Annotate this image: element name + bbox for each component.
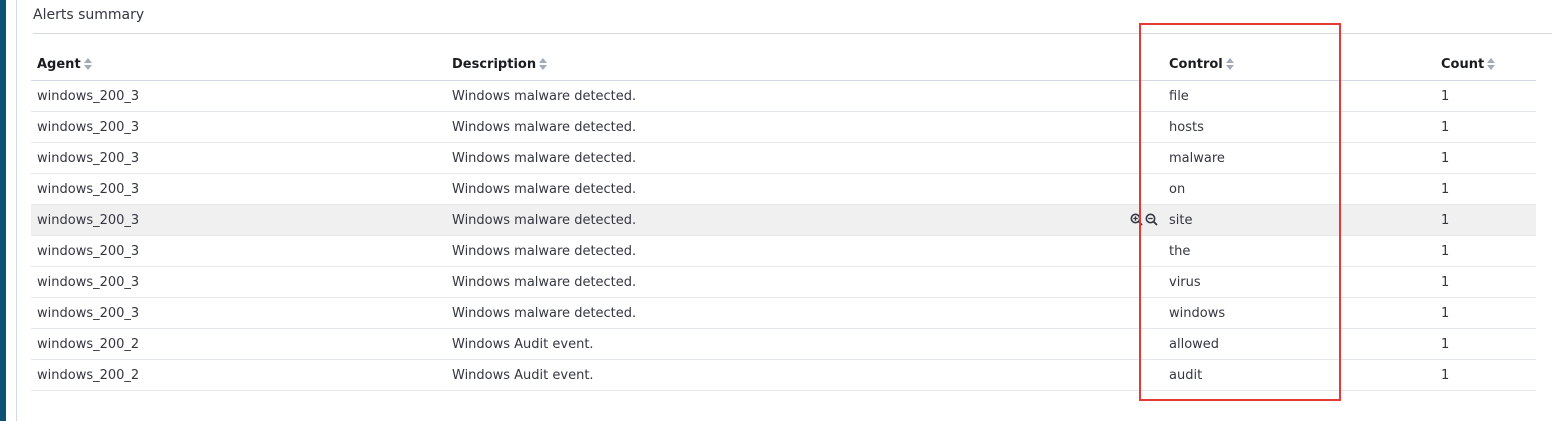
cell-description: Windows malware detected. xyxy=(446,204,1163,236)
cell-agent: windows_200_3 xyxy=(31,266,446,298)
table-row[interactable]: windows_200_3 Windows malware detected. … xyxy=(31,235,1536,267)
table-row-hovered[interactable]: windows_200_3 Windows malware detected. … xyxy=(31,204,1536,236)
cell-filter-actions xyxy=(1130,213,1158,226)
table-row[interactable]: windows_200_3 Windows malware detected. … xyxy=(31,173,1536,205)
cell-description: Windows malware detected. xyxy=(446,142,1163,174)
table-row[interactable]: windows_200_3 Windows malware detected. … xyxy=(31,266,1536,298)
cell-control: the xyxy=(1163,235,1435,267)
cell-description: Windows malware detected. xyxy=(446,173,1163,205)
column-label: Count xyxy=(1441,57,1485,72)
panel-title: Alerts summary xyxy=(33,7,145,23)
cell-agent: windows_200_3 xyxy=(31,111,446,143)
cell-agent: windows_200_3 xyxy=(31,204,446,236)
cell-count: 1 xyxy=(1435,266,1536,298)
title-divider xyxy=(33,33,1552,34)
cell-description: Windows Audit event. xyxy=(446,328,1163,360)
table-row[interactable]: windows_200_3 Windows malware detected. … xyxy=(31,111,1536,143)
table-header-row: Agent Description Control Count xyxy=(31,49,1536,81)
column-label: Agent xyxy=(37,57,81,72)
cell-count: 1 xyxy=(1435,235,1536,267)
cell-agent: windows_200_3 xyxy=(31,80,446,112)
cell-count: 1 xyxy=(1435,328,1536,360)
sort-icon[interactable] xyxy=(1225,57,1234,70)
cell-control: site xyxy=(1130,204,1435,236)
cell-agent: windows_200_3 xyxy=(31,142,446,174)
alerts-table: Agent Description Control Count windows_… xyxy=(31,49,1536,391)
cell-agent: windows_200_3 xyxy=(31,173,446,205)
zoom-out-icon[interactable] xyxy=(1145,213,1158,226)
column-label: Control xyxy=(1169,57,1223,72)
column-label: Description xyxy=(452,57,537,72)
cell-count: 1 xyxy=(1435,359,1536,391)
cell-agent: windows_200_2 xyxy=(31,359,446,391)
side-accent-bar xyxy=(0,0,6,421)
cell-count: 1 xyxy=(1435,142,1536,174)
cell-control: audit xyxy=(1163,359,1435,391)
cell-agent: windows_200_3 xyxy=(31,235,446,267)
cell-description: Windows malware detected. xyxy=(446,297,1163,329)
cell-description: Windows malware detected. xyxy=(446,266,1163,298)
sort-icon[interactable] xyxy=(539,57,548,70)
column-header-description[interactable]: Description xyxy=(446,49,1163,81)
cell-description: Windows Audit event. xyxy=(446,359,1163,391)
zoom-in-icon[interactable] xyxy=(1130,213,1143,226)
cell-count: 1 xyxy=(1435,173,1536,205)
cell-control: on xyxy=(1163,173,1435,205)
column-header-control[interactable]: Control xyxy=(1163,49,1435,81)
sort-icon[interactable] xyxy=(83,57,92,70)
cell-control: malware xyxy=(1163,142,1435,174)
cell-agent: windows_200_2 xyxy=(31,328,446,360)
cell-description: Windows malware detected. xyxy=(446,235,1163,267)
cell-count: 1 xyxy=(1435,80,1536,112)
cell-count: 1 xyxy=(1435,204,1536,236)
sort-icon[interactable] xyxy=(1487,57,1496,70)
cell-count: 1 xyxy=(1435,111,1536,143)
cell-description: Windows malware detected. xyxy=(446,80,1163,112)
table-row[interactable]: windows_200_2 Windows Audit event. allow… xyxy=(31,328,1536,360)
cell-description: Windows malware detected. xyxy=(446,111,1163,143)
cell-control: allowed xyxy=(1163,328,1435,360)
table-row[interactable]: windows_200_3 Windows malware detected. … xyxy=(31,80,1536,112)
cell-control: virus xyxy=(1163,266,1435,298)
table-row[interactable]: windows_200_3 Windows malware detected. … xyxy=(31,297,1536,329)
cell-control: hosts xyxy=(1163,111,1435,143)
table-row[interactable]: windows_200_2 Windows Audit event. audit… xyxy=(31,359,1536,391)
cell-count: 1 xyxy=(1435,297,1536,329)
cell-control: file xyxy=(1163,80,1435,112)
cell-agent: windows_200_3 xyxy=(31,297,446,329)
column-header-count[interactable]: Count xyxy=(1435,49,1536,81)
cell-control-value: site xyxy=(1169,212,1193,228)
table-row[interactable]: windows_200_3 Windows malware detected. … xyxy=(31,142,1536,174)
column-header-agent[interactable]: Agent xyxy=(31,49,446,81)
cell-control: windows xyxy=(1163,297,1435,329)
